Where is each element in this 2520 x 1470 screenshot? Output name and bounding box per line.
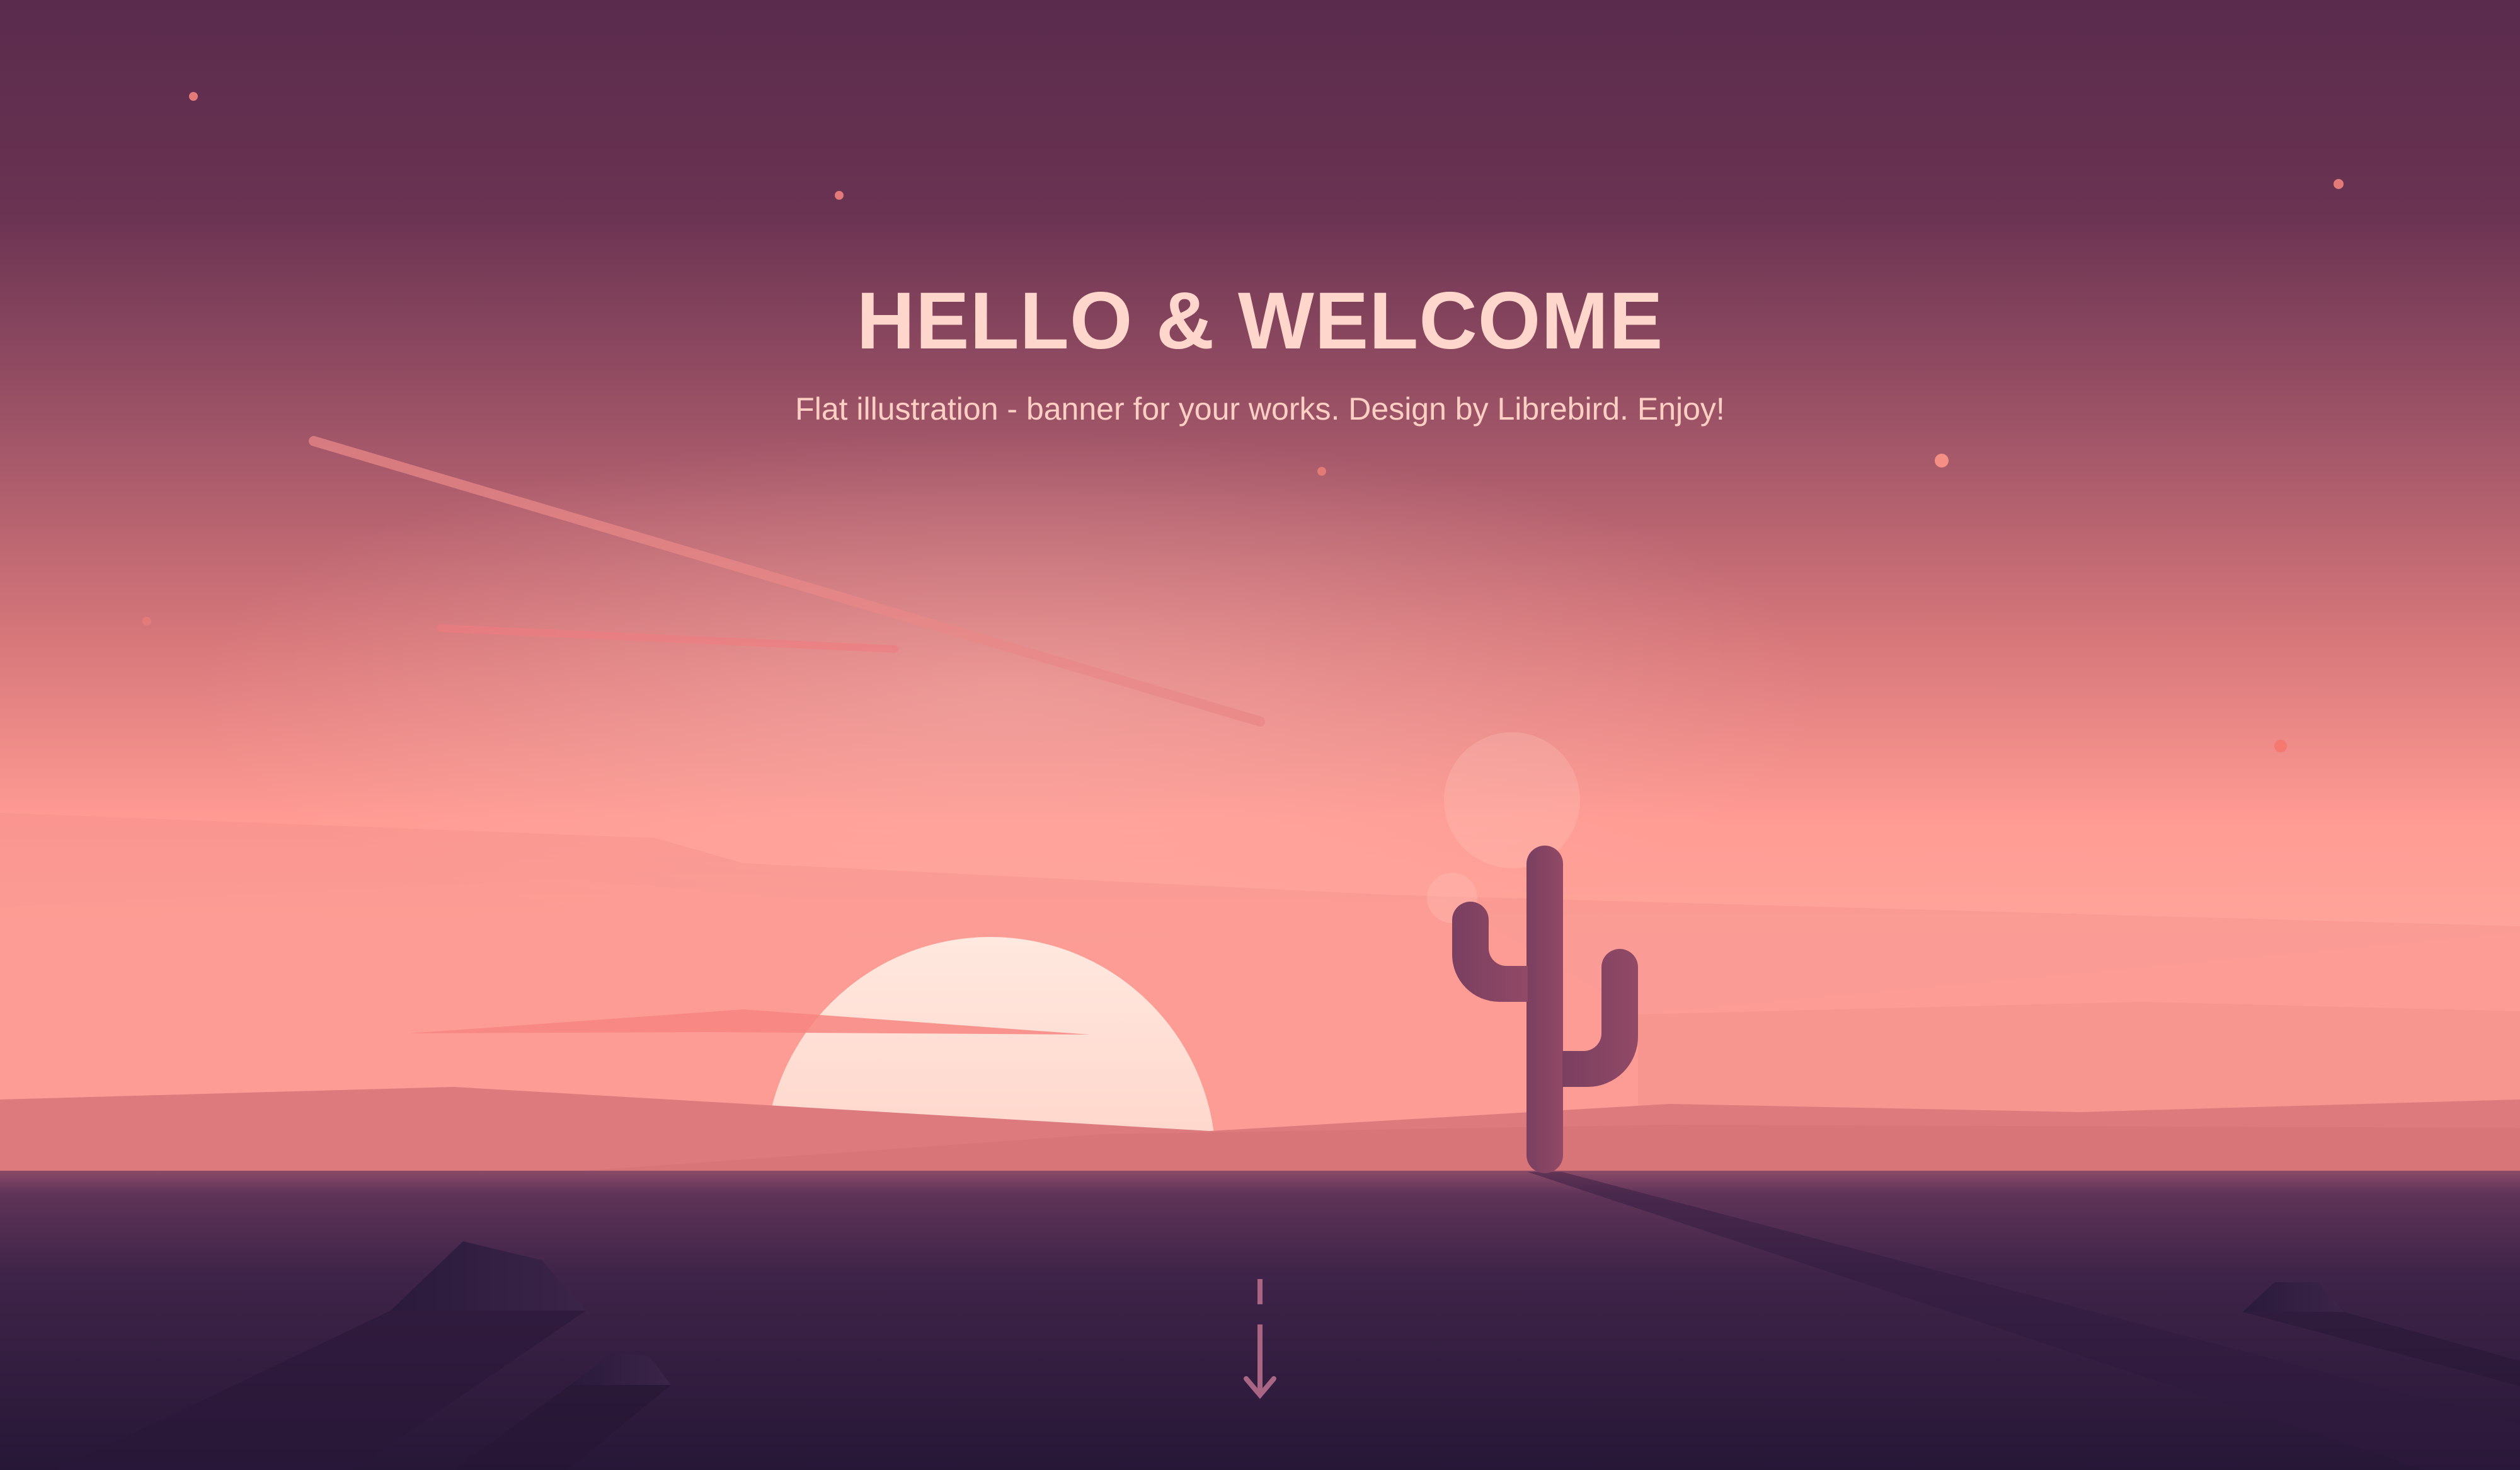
desert-sunset-illustration: [0, 0, 2520, 1470]
hero-title: HELLO & WELCOME: [856, 276, 1664, 366]
star: [2334, 179, 2344, 189]
faint-moon: [1444, 732, 1580, 868]
scroll-down-indicator[interactable]: [1241, 1273, 1279, 1418]
star: [189, 92, 198, 101]
star: [1935, 454, 1949, 468]
star: [2274, 740, 2287, 752]
hero-text: HELLO & WELCOME Flat illustration - bann…: [0, 277, 2520, 428]
welcome-banner: HELLO & WELCOME Flat illustration - bann…: [0, 0, 2520, 1470]
hero-subtitle: Flat illustration - banner for your work…: [795, 391, 1725, 427]
arrow-down-icon: [1244, 1279, 1276, 1399]
star: [1317, 467, 1326, 476]
star: [835, 191, 844, 200]
star: [142, 617, 151, 626]
